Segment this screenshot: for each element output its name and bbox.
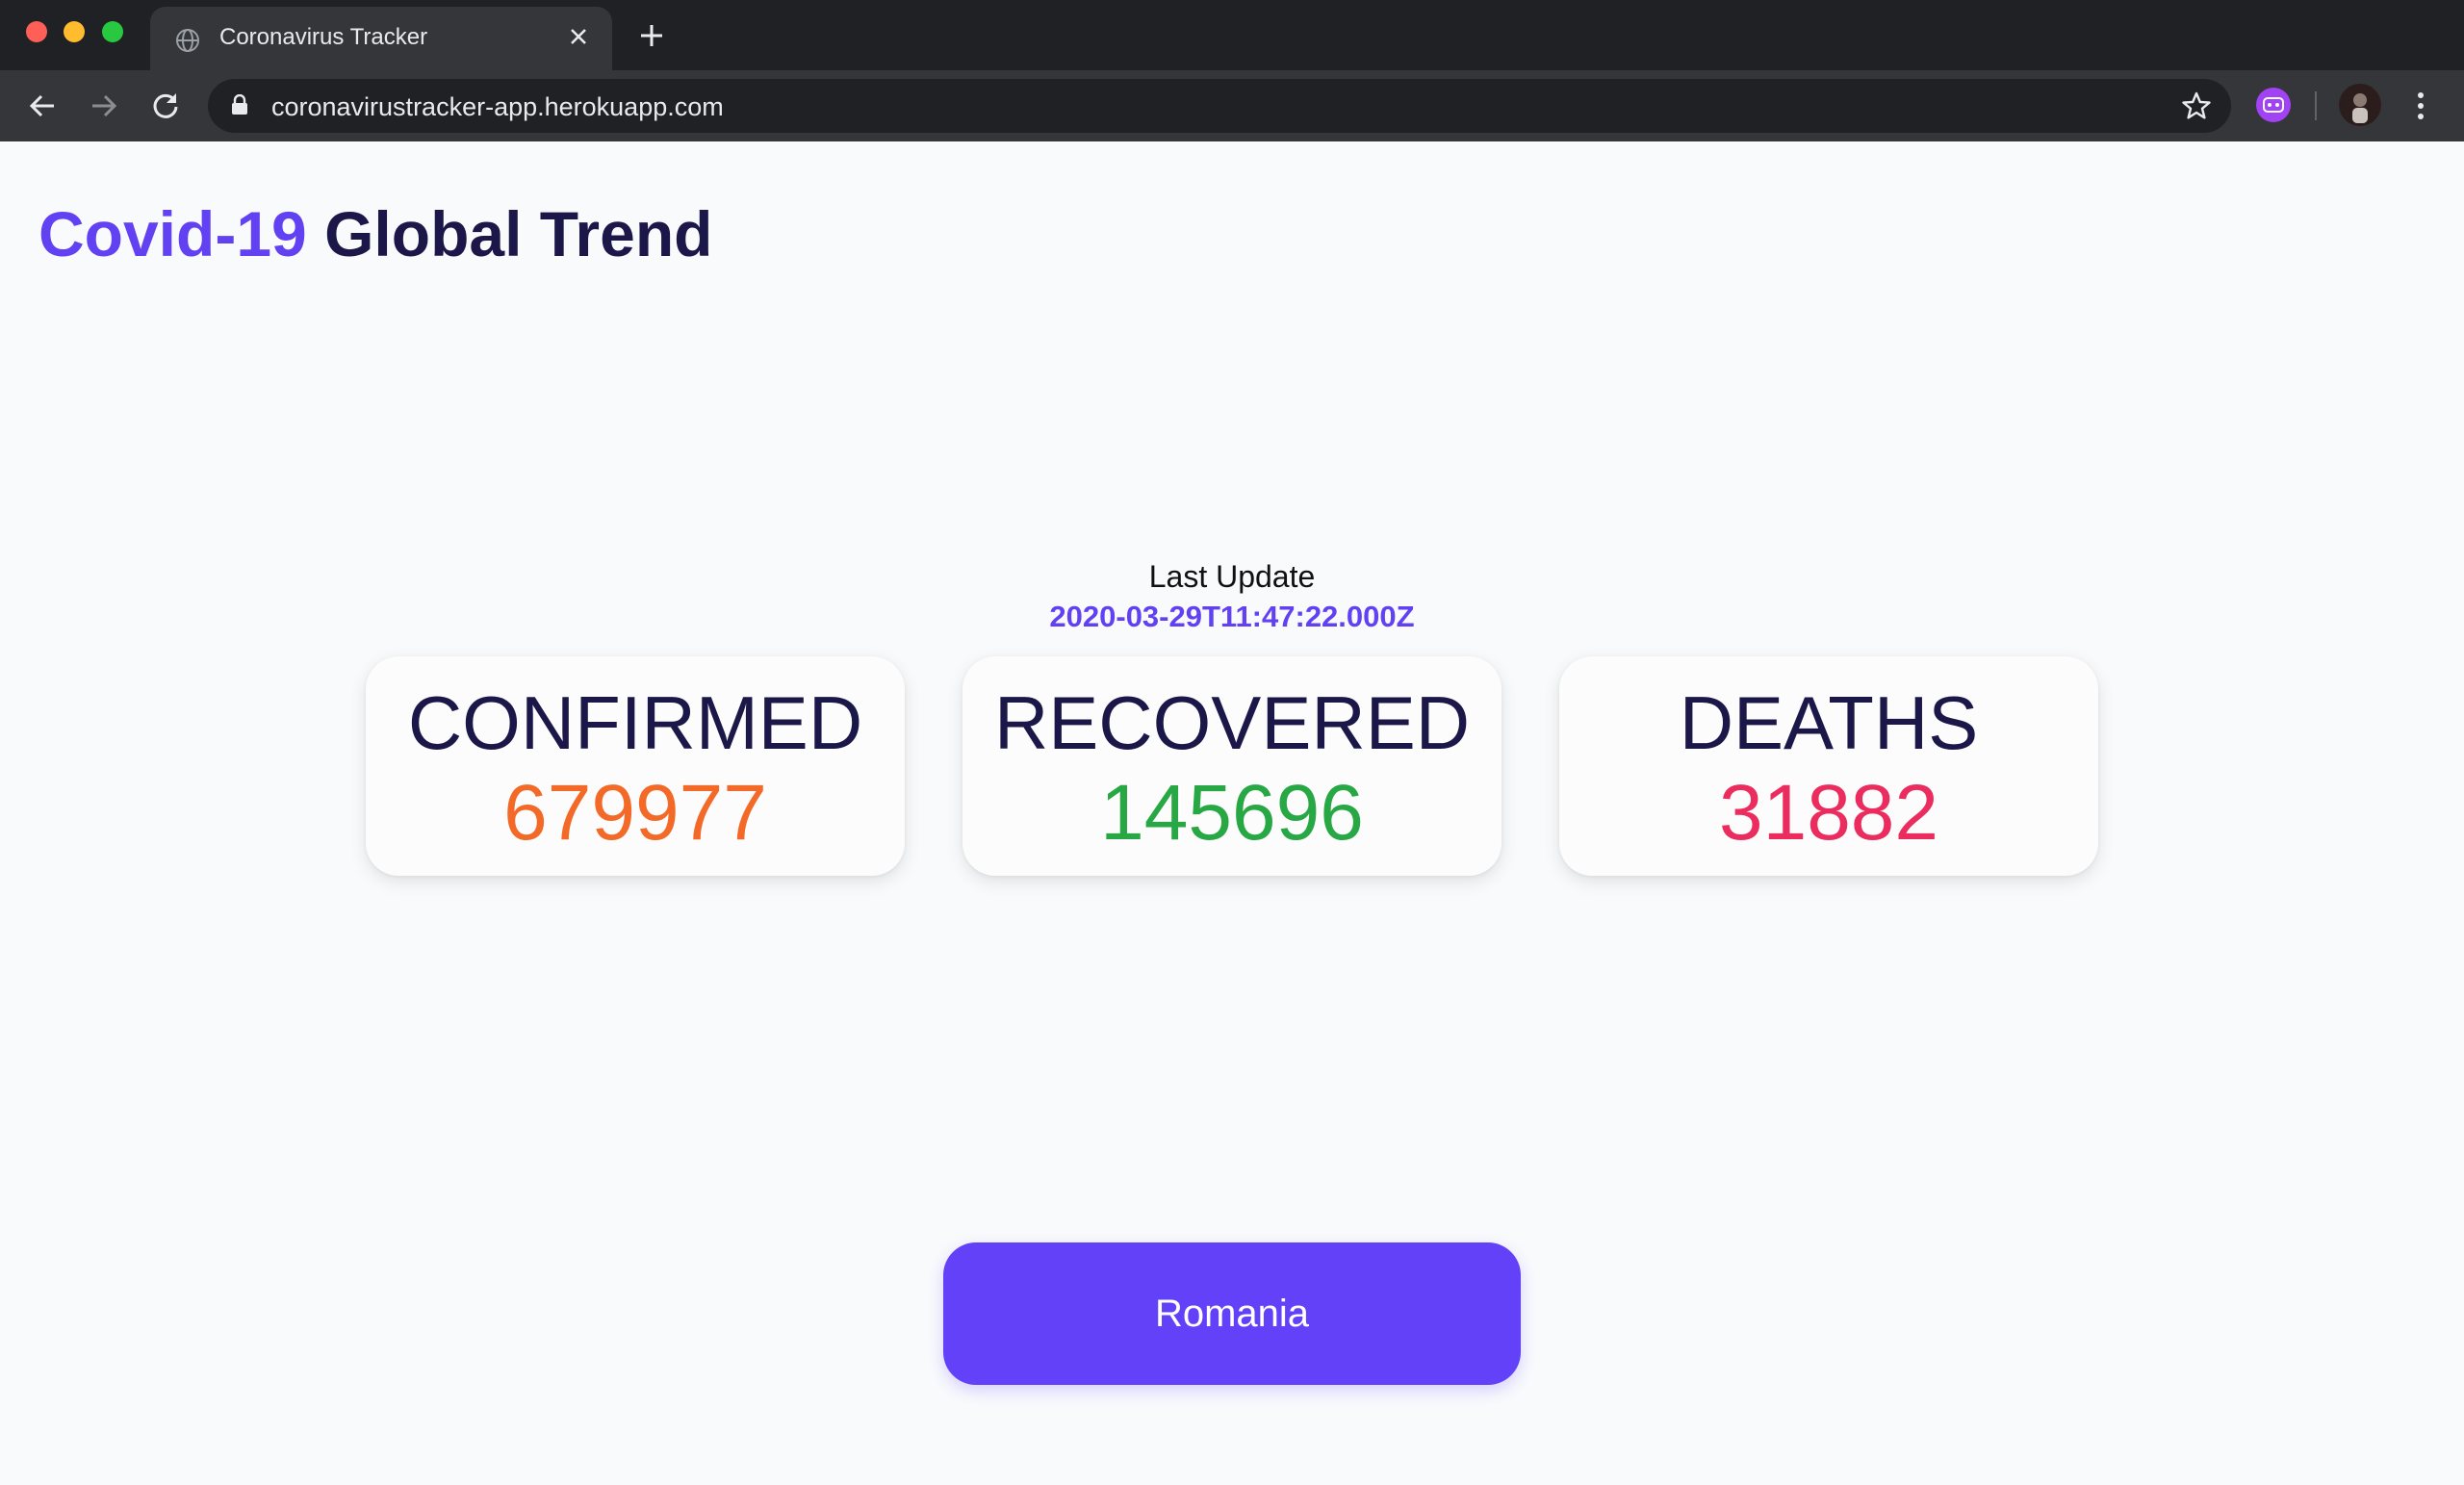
browser-toolbar: coronavirustracker-app.herokuapp.com xyxy=(0,70,2464,141)
page-title-accent: Covid-19 xyxy=(38,198,307,269)
avatar[interactable] xyxy=(2339,84,2381,126)
tab-title: Coronavirus Tracker xyxy=(219,24,428,50)
page-title: Covid-19 Global Trend xyxy=(38,197,712,270)
star-icon[interactable] xyxy=(2181,90,2212,121)
confirmed-value: 679977 xyxy=(503,769,767,857)
window-close-dot[interactable] xyxy=(26,21,47,42)
browser-tab-bar: Coronavirus Tracker xyxy=(0,0,2464,70)
arrow-left-icon[interactable] xyxy=(23,87,62,125)
country-select-button[interactable]: Romania xyxy=(943,1242,1521,1385)
url-text: coronavirustracker-app.herokuapp.com xyxy=(271,92,724,121)
last-update-value: 2020-03-29T11:47:22.000Z xyxy=(1049,600,1415,633)
reload-icon[interactable] xyxy=(146,87,185,125)
page-title-main: Global Trend xyxy=(324,198,713,269)
recovered-card: RECOVERED 145696 xyxy=(962,656,1502,876)
recovered-label: RECOVERED xyxy=(993,680,1471,765)
last-update-label: Last Update xyxy=(1148,559,1316,594)
kebab-menu-icon[interactable] xyxy=(2406,87,2435,125)
deaths-value: 31882 xyxy=(1718,769,1939,857)
extension-icon[interactable] xyxy=(2256,88,2291,122)
globe-icon xyxy=(175,28,200,53)
arrow-right-icon[interactable] xyxy=(85,87,123,125)
recovered-value: 145696 xyxy=(1100,769,1364,857)
plus-icon[interactable] xyxy=(637,21,666,50)
browser-tab[interactable]: Coronavirus Tracker xyxy=(150,7,612,70)
lock-icon xyxy=(231,93,248,115)
confirmed-label: CONFIRMED xyxy=(407,680,863,765)
window-minimize-dot[interactable] xyxy=(64,21,85,42)
window-maximize-dot[interactable] xyxy=(102,21,123,42)
close-icon[interactable] xyxy=(564,22,593,51)
deaths-label: DEATHS xyxy=(1679,680,1979,765)
address-bar[interactable]: coronavirustracker-app.herokuapp.com xyxy=(208,79,2231,133)
confirmed-card: CONFIRMED 679977 xyxy=(366,656,905,876)
toolbar-divider xyxy=(2315,91,2317,120)
deaths-card: DEATHS 31882 xyxy=(1559,656,2098,876)
